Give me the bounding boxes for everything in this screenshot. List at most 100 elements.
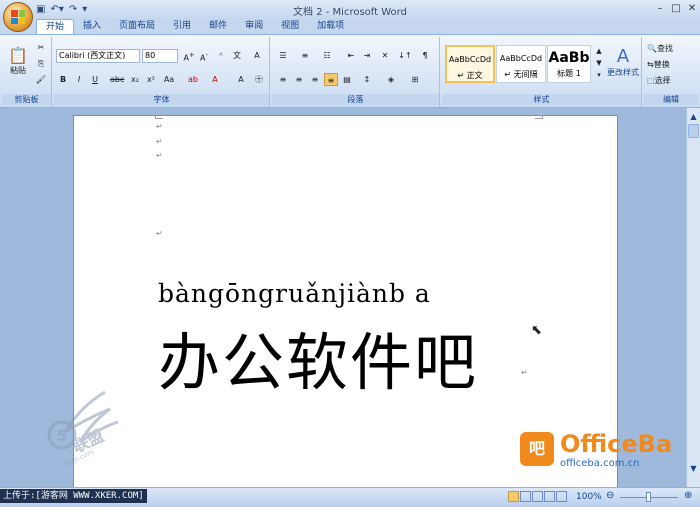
char-shading-icon[interactable]: A xyxy=(234,73,248,86)
strikethrough-icon[interactable]: abc xyxy=(110,73,124,86)
select-button[interactable]: ⬚ 选择 xyxy=(646,73,696,87)
editing-label: 编辑 xyxy=(644,94,698,105)
shading-icon[interactable]: ◈ xyxy=(384,73,398,86)
view-buttons xyxy=(508,491,568,503)
xker-watermark-logo: 5 联盟 Xker.com xyxy=(47,390,119,469)
mouse-cursor-icon: ⬉ xyxy=(531,323,542,338)
select-icon: ⬚ xyxy=(647,75,655,85)
show-marks-icon[interactable]: ¶ xyxy=(418,49,432,62)
font-label: 字体 xyxy=(54,94,269,105)
tab-mailings[interactable]: 邮件 xyxy=(200,19,236,34)
status-bar: 上传于:[游客网 WWW.XKER.COM] 100% ⊖ ⊕ xyxy=(0,487,700,507)
maximize-button[interactable]: □ xyxy=(668,2,684,15)
paragraph-mark: ↵ xyxy=(521,368,528,377)
font-group: Calibri (西文正文) 80 A+ A- ᴬ 文 A B I U abc … xyxy=(54,37,270,107)
web-layout-view-icon[interactable] xyxy=(532,491,543,502)
outline-view-icon[interactable] xyxy=(544,491,555,502)
tab-review[interactable]: 审阅 xyxy=(236,19,272,34)
font-color-icon[interactable]: A xyxy=(208,73,222,86)
chinese-layout-icon[interactable]: ✕ xyxy=(378,49,392,62)
bullets-icon[interactable]: ☰ xyxy=(276,49,290,62)
tab-page-layout[interactable]: 页面布局 xyxy=(110,19,164,34)
tab-references[interactable]: 引用 xyxy=(164,19,200,34)
styles-label: 样式 xyxy=(442,94,641,105)
find-icon: 🔍 xyxy=(647,43,657,53)
subscript-icon[interactable]: x₂ xyxy=(128,73,142,86)
zoom-in-icon[interactable]: ⊕ xyxy=(684,490,692,501)
font-size-combo[interactable]: 80 xyxy=(142,49,178,63)
zoom-slider-thumb[interactable] xyxy=(646,492,651,502)
format-painter-icon[interactable]: 🖌 xyxy=(34,73,48,86)
line-spacing-icon[interactable]: ↕ xyxy=(360,73,374,86)
officeba-logo: 吧 OfficeBa officeba.com.cn xyxy=(520,428,685,472)
char-border-icon[interactable]: A xyxy=(250,49,264,62)
borders-icon[interactable]: ⊞ xyxy=(408,73,422,86)
phonetic-guide-icon[interactable]: 文 xyxy=(230,49,244,62)
clear-format-icon[interactable]: ᴬ xyxy=(214,49,228,62)
justify-icon[interactable]: ≡ xyxy=(324,73,338,86)
svg-text:5: 5 xyxy=(57,429,67,445)
replace-icon: ⇆ xyxy=(647,59,654,69)
increase-indent-icon[interactable]: ⇥ xyxy=(360,49,374,62)
enclosed-char-icon[interactable]: ㊉ xyxy=(252,73,266,86)
upload-watermark-text: 上传于:[游客网 WWW.XKER.COM] xyxy=(0,489,147,503)
align-right-icon[interactable]: ≡ xyxy=(308,73,322,86)
draft-view-icon[interactable] xyxy=(556,491,567,502)
scroll-thumb[interactable] xyxy=(688,124,699,138)
paragraph-group: ☰ ≡ ☷ ⇤ ⇥ ✕ ↓↑ ¶ ≡ ≡ ≡ ≡ ▤ ↕ ◈ ⊞ 段落 xyxy=(272,37,440,107)
zoom-level[interactable]: 100% xyxy=(576,492,602,502)
align-center-icon[interactable]: ≡ xyxy=(292,73,306,86)
superscript-icon[interactable]: x² xyxy=(144,73,158,86)
numbering-icon[interactable]: ≡ xyxy=(298,49,312,62)
paste-button[interactable]: 📋 粘贴 xyxy=(6,41,30,81)
cut-icon[interactable]: ✂ xyxy=(34,41,48,54)
scroll-up-icon[interactable]: ▲ xyxy=(688,112,699,122)
shrink-font-icon[interactable]: A- xyxy=(197,49,211,63)
scroll-down-icon[interactable]: ▼ xyxy=(688,464,699,474)
paragraph-mark: ↵ xyxy=(156,122,163,131)
distributed-icon[interactable]: ▤ xyxy=(340,73,354,86)
officeba-badge-icon: 吧 xyxy=(520,432,554,466)
minimize-button[interactable]: – xyxy=(652,2,668,15)
align-left-icon[interactable]: ≡ xyxy=(276,73,290,86)
sort-icon[interactable]: ↓↑ xyxy=(398,49,412,62)
styles-scroll-icon[interactable]: ▲ ▼ ▾ xyxy=(592,45,606,83)
close-button[interactable]: ✕ xyxy=(684,2,700,15)
bold-icon[interactable]: B xyxy=(56,73,70,86)
change-styles-button[interactable]: A 更改样式 xyxy=(606,41,640,83)
styles-group: AaBbCcDd ↵ 正文 AaBbCcDd ↵ 无间隔 AaBb 标题 1 ▲… xyxy=(442,37,642,107)
office-logo-icon xyxy=(11,10,25,24)
tab-addins[interactable]: 加载项 xyxy=(308,19,353,34)
tab-home[interactable]: 开始 xyxy=(36,19,75,34)
style-heading1[interactable]: AaBb 标题 1 xyxy=(547,45,591,83)
paragraph-mark: ↵ xyxy=(156,229,163,238)
tab-view[interactable]: 视图 xyxy=(272,19,308,34)
decrease-indent-icon[interactable]: ⇤ xyxy=(344,49,358,62)
clipboard-label: 剪贴板 xyxy=(2,94,51,105)
zoom-out-icon[interactable]: ⊖ xyxy=(606,490,614,501)
margin-corner-mark xyxy=(535,115,543,119)
style-no-spacing[interactable]: AaBbCcDd ↵ 无间隔 xyxy=(496,45,546,83)
paragraph-label: 段落 xyxy=(272,94,439,105)
tab-insert[interactable]: 插入 xyxy=(74,19,110,34)
ribbon: 📋 粘贴 ✂ ⎘ 🖌 剪贴板 Calibri (西文正文) 80 A+ A- ᴬ… xyxy=(0,34,700,108)
font-name-combo[interactable]: Calibri (西文正文) xyxy=(56,49,140,63)
italic-icon[interactable]: I xyxy=(72,73,86,86)
office-button[interactable] xyxy=(3,2,33,32)
vertical-scrollbar[interactable]: ▲ ▼ xyxy=(686,108,700,488)
ribbon-tabs: 开始 插入 页面布局 引用 邮件 审阅 视图 加载项 xyxy=(36,19,353,34)
multilevel-list-icon[interactable]: ☷ xyxy=(320,49,334,62)
highlight-icon[interactable]: ab xyxy=(186,73,200,86)
print-layout-view-icon[interactable] xyxy=(508,491,519,502)
copy-icon[interactable]: ⎘ xyxy=(34,57,48,70)
chinese-text: 办公软件吧 xyxy=(158,326,479,399)
style-normal[interactable]: AaBbCcDd ↵ 正文 xyxy=(445,45,495,83)
underline-icon[interactable]: U xyxy=(88,73,102,86)
change-case-icon[interactable]: Aa xyxy=(162,73,176,86)
grow-font-icon[interactable]: A+ xyxy=(182,49,196,63)
replace-button[interactable]: ⇆ 替换 xyxy=(646,57,696,71)
clipboard-icon: 📋 xyxy=(8,46,28,65)
editing-group: 🔍 查找 ⇆ 替换 ⬚ 选择 编辑 xyxy=(644,37,698,107)
find-button[interactable]: 🔍 查找 xyxy=(646,41,696,55)
full-screen-view-icon[interactable] xyxy=(520,491,531,502)
